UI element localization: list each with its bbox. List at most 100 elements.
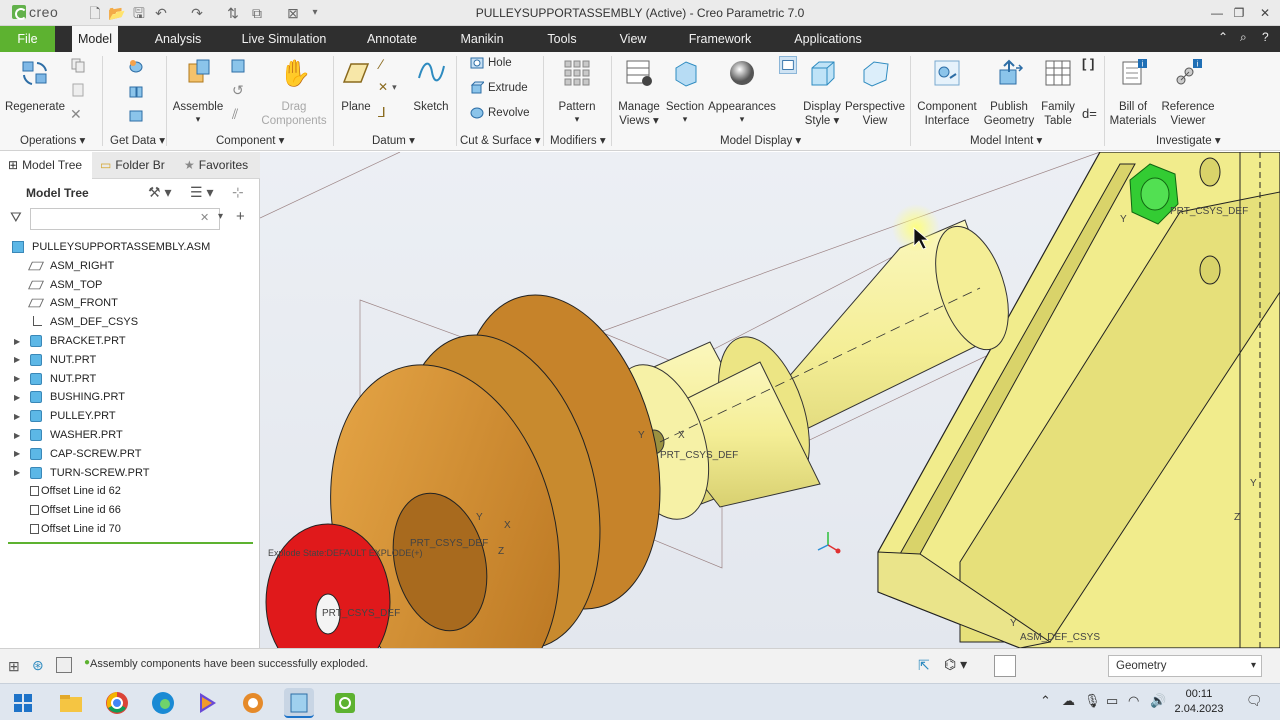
component-interface-button[interactable]: Component Interface xyxy=(914,56,980,130)
tree-item[interactable]: ▶ PULLEY.PRT xyxy=(14,407,116,425)
browser-toggle-icon[interactable]: ⊛ xyxy=(32,657,44,674)
edge-icon[interactable] xyxy=(148,688,178,718)
coordinate-system-icon[interactable]: ⅃ xyxy=(378,104,386,121)
3d-model-view[interactable]: PRT_CSYS_DEF PRT_CSYS_DEF PRT_CSYS_DEF P… xyxy=(260,152,1280,648)
wifi-icon[interactable]: ◠ xyxy=(1128,693,1139,709)
tree-item[interactable]: Offset Line id 70 xyxy=(30,520,121,538)
manage-views-button[interactable]: Manage Views ▾ xyxy=(616,56,662,130)
creo-launcher-icon[interactable] xyxy=(330,688,360,718)
show-columns-icon[interactable]: ☰ ▾ xyxy=(190,184,213,201)
tree-item[interactable]: ▶ BRACKET.PRT xyxy=(14,332,126,350)
regenerate-button[interactable]: Regenerate xyxy=(4,56,66,126)
expand-arrow-icon[interactable]: ▶ xyxy=(14,355,20,364)
navigator-toggle-icon[interactable]: ⊞ xyxy=(8,658,20,675)
find-icon[interactable]: ⌬ ▾ xyxy=(944,656,967,673)
parameters-icon[interactable]: [ ] xyxy=(1082,56,1094,71)
repeat-icon[interactable]: ↺ xyxy=(232,82,244,99)
expand-arrow-icon[interactable]: ▶ xyxy=(14,374,20,383)
filter-icon[interactable]: ⛛ xyxy=(10,209,22,226)
investigate-group-label[interactable]: Investigate ▾ xyxy=(1156,133,1221,147)
mirror-component-icon[interactable]: ⫽ xyxy=(232,106,238,123)
expand-arrow-icon[interactable]: ▶ xyxy=(14,468,20,477)
pattern-dropdown-icon[interactable]: ▾ xyxy=(552,112,602,126)
family-table-button[interactable]: Family Table xyxy=(1036,56,1080,130)
selection-filter-dropdown[interactable]: Geometry ▾ xyxy=(1108,655,1262,677)
expand-arrow-icon[interactable]: ▶ xyxy=(14,337,20,346)
cut-surface-group-label[interactable]: Cut & Surface ▾ xyxy=(460,133,541,147)
tree-item[interactable]: ASM_DEF_CSYS xyxy=(30,313,138,331)
tab-framework[interactable]: Framework xyxy=(682,26,758,52)
onedrive-icon[interactable]: ☁ xyxy=(1062,693,1075,709)
tree-search-input[interactable] xyxy=(30,208,220,230)
tree-item[interactable]: ▶ NUT.PRT xyxy=(14,370,96,388)
system-clock[interactable]: 00:11 2.04.2023 xyxy=(1170,687,1228,717)
windows-start-icon[interactable] xyxy=(14,694,32,712)
tab-model-tree[interactable]: ⊞ Model Tree xyxy=(0,152,92,179)
collapse-ribbon-icon[interactable]: ⌃ xyxy=(1218,30,1228,44)
tab-manikin[interactable]: Manikin xyxy=(452,26,512,52)
volume-icon[interactable]: 🔊 xyxy=(1150,693,1166,709)
expand-arrow-icon[interactable]: ▶ xyxy=(14,412,20,421)
assemble-button[interactable]: Assemble ▾ xyxy=(172,56,224,126)
create-component-icon[interactable] xyxy=(230,58,246,74)
display-style-button[interactable]: Display Style ▾ xyxy=(800,56,844,130)
operations-group-label[interactable]: Operations ▾ xyxy=(20,133,85,147)
delete-icon[interactable]: ✕ xyxy=(70,106,82,123)
point-icon[interactable]: ✕ ▾ xyxy=(378,80,397,94)
tree-item[interactable]: Offset Line id 66 xyxy=(30,501,121,519)
shrinkwrap-icon[interactable] xyxy=(128,108,144,124)
paste-icon[interactable] xyxy=(70,82,86,98)
maximize-button[interactable]: ❐ xyxy=(1228,3,1250,23)
copy-icon[interactable] xyxy=(70,57,86,73)
tree-item-root-assembly[interactable]: PULLEYSUPPORTASSEMBLY.ASM xyxy=(12,238,210,256)
expand-arrow-icon[interactable]: ▶ xyxy=(14,449,20,458)
revolve-button[interactable]: Revolve xyxy=(470,106,530,120)
tree-item[interactable]: ASM_FRONT xyxy=(28,294,118,312)
tab-favorites[interactable]: ★ Favorites xyxy=(180,152,260,179)
tree-filters-icon[interactable]: ⊹ xyxy=(232,184,244,201)
microphone-icon[interactable]: 🎙 xyxy=(1084,693,1101,709)
relations-icon[interactable]: d= xyxy=(1082,106,1097,121)
datum-group-label[interactable]: Datum ▾ xyxy=(372,133,415,147)
component-group-label[interactable]: Component ▾ xyxy=(216,133,284,147)
plane-button[interactable]: Plane xyxy=(338,56,374,126)
extrude-button[interactable]: Extrude xyxy=(470,81,528,95)
user-defined-feature-icon[interactable] xyxy=(128,58,144,74)
file-explorer-icon[interactable] xyxy=(56,688,86,718)
tree-settings-icon[interactable]: ⚒ ▾ xyxy=(148,184,171,201)
get-data-group-label[interactable]: Get Data ▾ xyxy=(110,133,165,147)
publish-geometry-button[interactable]: Publish Geometry xyxy=(982,56,1036,130)
perspective-view-button[interactable]: Perspective View xyxy=(844,56,906,130)
appearances-button[interactable]: Appearances ▾ xyxy=(708,56,776,130)
saved-orientations-icon[interactable] xyxy=(779,56,797,74)
tab-applications[interactable]: Applications xyxy=(786,26,870,52)
clear-search-icon[interactable]: ✕ xyxy=(200,211,209,224)
sketch-button[interactable]: Sketch xyxy=(410,56,452,126)
creo-taskbar-icon[interactable] xyxy=(284,688,314,718)
chrome-icon[interactable] xyxy=(102,688,132,718)
tab-tools[interactable]: Tools xyxy=(540,26,584,52)
media-player-icon[interactable] xyxy=(192,688,222,718)
tab-analysis[interactable]: Analysis xyxy=(146,26,210,52)
tree-item[interactable]: ▶ BUSHING.PRT xyxy=(14,388,125,406)
tab-view[interactable]: View xyxy=(612,26,654,52)
close-button[interactable]: ✕ xyxy=(1254,3,1276,23)
selection-filter-icon[interactable]: ⇱ xyxy=(918,657,930,674)
display-icon[interactable]: ▭ xyxy=(1106,693,1118,709)
tab-folder-browser[interactable]: ▭ Folder Br xyxy=(96,152,172,179)
tree-item[interactable]: ASM_RIGHT xyxy=(28,257,114,275)
graphics-window[interactable]: PRT_CSYS_DEF PRT_CSYS_DEF PRT_CSYS_DEF P… xyxy=(260,152,1280,648)
reference-viewer-button[interactable]: i Reference Viewer xyxy=(1160,56,1216,130)
copy-geometry-icon[interactable] xyxy=(128,84,144,100)
axis-icon[interactable]: ∕ xyxy=(380,56,382,72)
pattern-button[interactable]: Pattern ▾ xyxy=(552,56,602,126)
search-options-dropdown-icon[interactable]: ▾ xyxy=(218,211,223,222)
bill-of-materials-button[interactable]: i Bill of Materials xyxy=(1108,56,1158,130)
drag-components-button[interactable]: ✋ Drag Components xyxy=(260,56,328,127)
tree-item[interactable]: ▶ WASHER.PRT xyxy=(14,426,123,444)
assemble-dropdown-icon[interactable]: ▾ xyxy=(172,112,224,126)
tab-file[interactable]: File xyxy=(0,26,55,52)
show-hidden-icons[interactable]: ⌃ xyxy=(1040,693,1051,709)
add-filter-icon[interactable]: + xyxy=(236,208,245,225)
appearances-dropdown-icon[interactable]: ▾ xyxy=(708,112,776,126)
